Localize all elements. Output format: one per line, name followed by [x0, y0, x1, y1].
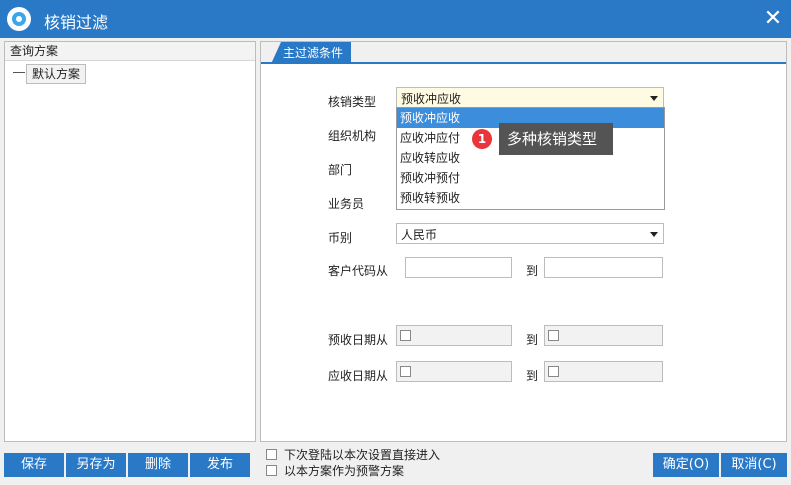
filter-panel: 主过滤条件 核销类型 预收冲应收 组织机构 部门 业务员 预收冲应收 应收冲应付… — [260, 41, 787, 442]
publish-button[interactable]: 发布 — [190, 453, 250, 477]
customer-from-input[interactable] — [405, 257, 512, 278]
date-enable-checkbox[interactable] — [400, 330, 411, 341]
chevron-down-icon — [650, 96, 658, 101]
direct-enter-label: 下次登陆以本次设置直接进入 — [284, 448, 441, 462]
annotation-tooltip: 多种核销类型 — [499, 123, 613, 155]
type-select-value: 预收冲应收 — [401, 92, 462, 106]
receivable-date-from-label: 应收日期从 — [328, 369, 389, 383]
dept-label: 部门 — [328, 163, 353, 177]
warning-plan-label: 以本方案作为预警方案 — [284, 464, 405, 478]
chevron-down-icon — [650, 232, 658, 237]
direct-enter-checkbox[interactable] — [266, 449, 277, 460]
org-label: 组织机构 — [328, 129, 377, 143]
customer-to-label: 到 — [526, 264, 539, 278]
save-as-button[interactable]: 另存为 — [66, 453, 126, 477]
prepaid-date-to-field[interactable] — [544, 325, 663, 346]
annotation-badge: 1 — [472, 129, 492, 149]
receivable-date-to-field[interactable] — [544, 361, 663, 382]
date-enable-checkbox[interactable] — [548, 366, 559, 377]
dropdown-option[interactable]: 预收转预收 — [397, 188, 664, 208]
close-button[interactable]: ✕ — [758, 4, 788, 34]
warning-plan-option[interactable]: 以本方案作为预警方案 — [266, 463, 404, 479]
warning-plan-checkbox[interactable] — [266, 465, 277, 476]
query-plan-header: 查询方案 — [5, 42, 255, 61]
date-enable-checkbox[interactable] — [400, 366, 411, 377]
delete-button[interactable]: 删除 — [128, 453, 188, 477]
cancel-button[interactable]: 取消(C) — [721, 453, 787, 477]
direct-enter-option[interactable]: 下次登陆以本次设置直接进入 — [266, 447, 440, 463]
receivable-date-from-field[interactable] — [396, 361, 512, 382]
date-enable-checkbox[interactable] — [548, 330, 559, 341]
prepaid-date-from-field[interactable] — [396, 325, 512, 346]
customer-from-label: 客户代码从 — [328, 264, 389, 278]
currency-label: 币别 — [328, 231, 353, 245]
tree-item-default-plan[interactable]: 默认方案 — [26, 64, 87, 84]
currency-select-value: 人民币 — [401, 228, 438, 242]
currency-select[interactable]: 人民币 — [396, 223, 664, 244]
type-select[interactable]: 预收冲应收 — [396, 87, 664, 108]
prepaid-date-from-label: 预收日期从 — [328, 333, 389, 347]
ok-button[interactable]: 确定(O) — [653, 453, 719, 477]
save-button[interactable]: 保存 — [4, 453, 64, 477]
staff-label: 业务员 — [328, 197, 365, 211]
customer-to-input[interactable] — [544, 257, 663, 278]
tab-main-filter[interactable]: 主过滤条件 — [271, 42, 352, 64]
type-label: 核销类型 — [328, 95, 377, 109]
title-bar: 核销过滤 ✕ — [0, 0, 791, 38]
tab-bar: 主过滤条件 — [261, 42, 786, 64]
app-logo-icon — [7, 7, 31, 31]
tree-connector — [13, 72, 25, 73]
dropdown-option[interactable]: 预收冲预付 — [397, 168, 664, 188]
window-title: 核销过滤 — [44, 13, 109, 32]
query-plan-panel: 查询方案 默认方案 — [4, 41, 256, 442]
receivable-date-to-label: 到 — [526, 369, 539, 383]
prepaid-date-to-label: 到 — [526, 333, 539, 347]
